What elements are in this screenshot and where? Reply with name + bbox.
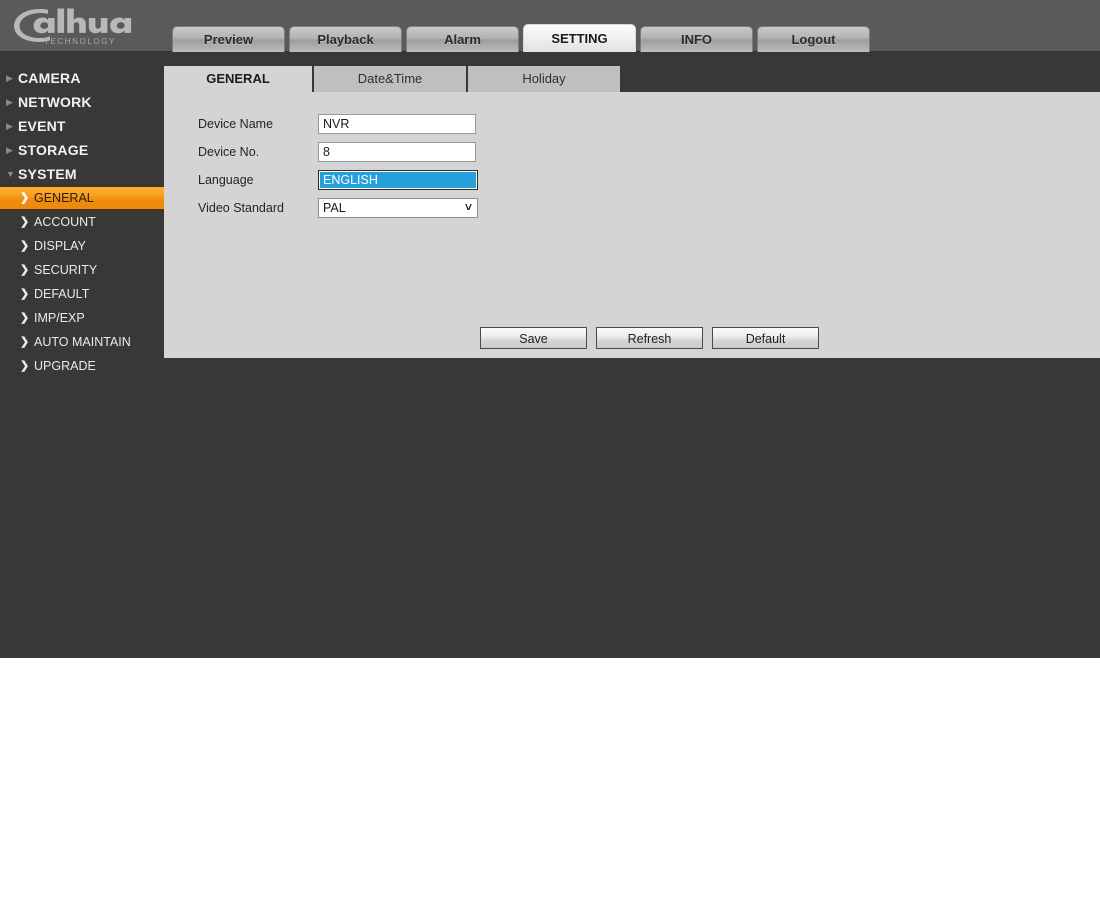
- chevron-right-icon: ❯: [20, 239, 30, 252]
- save-button[interactable]: Save: [480, 327, 587, 349]
- triangle-down-icon: ▼: [6, 168, 15, 179]
- chevron-right-icon: ❯: [20, 215, 30, 228]
- topnav-tab-playback[interactable]: Playback: [289, 26, 402, 52]
- chevron-right-icon: ❯: [20, 311, 30, 324]
- video-standard-label: Video Standard: [198, 201, 284, 215]
- device-name-label: Device Name: [198, 117, 274, 131]
- chevron-right-icon: ❯: [20, 263, 30, 276]
- sidebar-item-label: SECURITY: [34, 263, 98, 277]
- dahua-logo: TECHNOLOGY: [10, 3, 150, 47]
- sidebar-group-label: SYSTEM: [18, 166, 77, 182]
- tab-general[interactable]: GENERAL: [164, 66, 312, 92]
- topnav-tab-setting[interactable]: SETTING: [523, 24, 636, 52]
- sidebar-item-label: DEFAULT: [34, 287, 90, 301]
- action-button-row: Save Refresh Default: [480, 327, 819, 349]
- sidebar-group-camera[interactable]: ▶ CAMERA: [0, 66, 164, 90]
- sidebar-item-account[interactable]: ❯ ACCOUNT: [0, 210, 164, 234]
- device-name-input[interactable]: [318, 114, 476, 134]
- video-standard-select[interactable]: PAL ˅: [318, 198, 478, 218]
- sidebar-navigation: ▶ CAMERA ▶ NETWORK ▶ EVENT ▶ STORAGE ▼ S…: [0, 53, 164, 658]
- sidebar-item-display[interactable]: ❯ DISPLAY: [0, 234, 164, 258]
- top-navigation: Preview Playback Alarm SETTING INFO Logo…: [172, 24, 870, 52]
- topnav-tab-logout[interactable]: Logout: [757, 26, 870, 52]
- field-row-language: Language ENGLISH: [198, 170, 478, 190]
- sidebar-item-label: UPGRADE: [34, 359, 96, 373]
- device-no-input[interactable]: [318, 142, 476, 162]
- triangle-right-icon: ▶: [6, 120, 13, 131]
- sidebar-item-default[interactable]: ❯ DEFAULT: [0, 282, 164, 306]
- language-label: Language: [198, 173, 254, 187]
- sidebar-group-label: NETWORK: [18, 94, 92, 110]
- sidebar-group-label: EVENT: [18, 118, 66, 134]
- chevron-right-icon: ❯: [20, 335, 30, 348]
- topnav-tab-preview[interactable]: Preview: [172, 26, 285, 52]
- sidebar-group-system[interactable]: ▼ SYSTEM: [0, 162, 164, 186]
- chevron-right-icon: ❯: [20, 359, 30, 372]
- sidebar-group-storage[interactable]: ▶ STORAGE: [0, 138, 164, 162]
- tab-date-time[interactable]: Date&Time: [314, 66, 466, 92]
- refresh-button[interactable]: Refresh: [596, 327, 703, 349]
- topnav-tab-alarm[interactable]: Alarm: [406, 26, 519, 52]
- sidebar-item-label: ACCOUNT: [34, 215, 96, 229]
- logo-tagline: TECHNOLOGY: [44, 37, 116, 46]
- sidebar-item-label: GENERAL: [34, 191, 94, 205]
- chevron-down-icon: ˅: [464, 200, 472, 214]
- sidebar-item-upgrade[interactable]: ❯ UPGRADE: [0, 354, 164, 378]
- sidebar-item-auto-maintain[interactable]: ❯ AUTO MAINTAIN: [0, 330, 164, 354]
- app-root: TECHNOLOGY Preview Playback Alarm SETTIN…: [0, 0, 1100, 900]
- field-row-device-name: Device Name: [198, 114, 476, 134]
- video-standard-value: PAL: [323, 201, 346, 215]
- chevron-right-icon: ❯: [20, 191, 30, 204]
- sidebar-item-label: AUTO MAINTAIN: [34, 335, 131, 349]
- sidebar-group-label: STORAGE: [18, 142, 89, 158]
- sidebar-item-label: DISPLAY: [34, 239, 86, 253]
- device-no-label: Device No.: [198, 145, 260, 159]
- sidebar-group-event[interactable]: ▶ EVENT: [0, 114, 164, 138]
- tab-holiday[interactable]: Holiday: [468, 66, 620, 92]
- general-settings-panel: Device Name Device No. Language ENGLISH …: [164, 92, 1100, 358]
- sidebar-item-general[interactable]: ❯ GENERAL: [0, 186, 164, 210]
- sub-tab-bar: GENERAL Date&Time Holiday: [164, 66, 622, 92]
- triangle-right-icon: ▶: [6, 144, 13, 155]
- sidebar-item-label: IMP/EXP: [34, 311, 85, 325]
- topnav-tab-info[interactable]: INFO: [640, 26, 753, 52]
- field-row-device-no: Device No.: [198, 142, 476, 162]
- triangle-right-icon: ▶: [6, 72, 13, 83]
- field-row-video-standard: Video Standard PAL ˅: [198, 198, 478, 218]
- triangle-right-icon: ▶: [6, 96, 13, 107]
- app-header: TECHNOLOGY Preview Playback Alarm SETTIN…: [0, 0, 1100, 52]
- sidebar-group-network[interactable]: ▶ NETWORK: [0, 90, 164, 114]
- language-selected-option[interactable]: ENGLISH: [320, 172, 476, 188]
- sidebar-group-label: CAMERA: [18, 70, 81, 86]
- content-area: GENERAL Date&Time Holiday Device Name De…: [164, 53, 1100, 658]
- sidebar-item-security[interactable]: ❯ SECURITY: [0, 258, 164, 282]
- chevron-right-icon: ❯: [20, 287, 30, 300]
- language-select[interactable]: ENGLISH: [318, 170, 478, 190]
- default-button[interactable]: Default: [712, 327, 819, 349]
- sidebar-item-imp-exp[interactable]: ❯ IMP/EXP: [0, 306, 164, 330]
